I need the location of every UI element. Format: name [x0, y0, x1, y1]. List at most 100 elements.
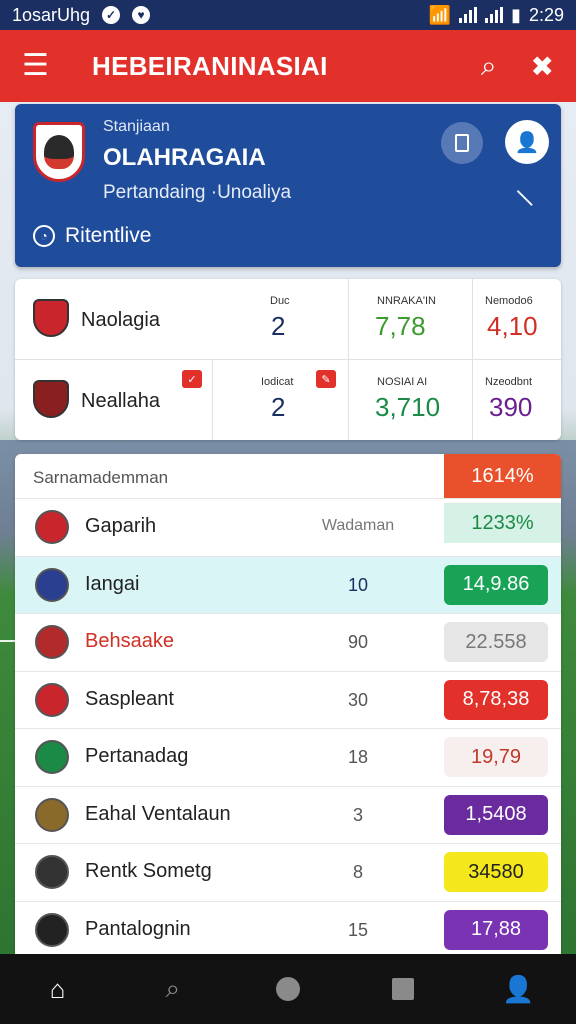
- row-value: 8: [352, 862, 363, 882]
- divider: [472, 360, 473, 440]
- notification-icon: ✓: [102, 6, 121, 24]
- odd1-value[interactable]: 3,710: [375, 392, 440, 423]
- clock: 2:29: [528, 4, 564, 25]
- search-nav-icon[interactable]: ⌕: [143, 973, 203, 1005]
- standings-table: Sarnamademman 1614% Gaparih Wadaman 1233% I…: [15, 454, 561, 960]
- odd1-value[interactable]: 7,78: [375, 311, 426, 342]
- match-row[interactable]: Naolagia Duc 2 NNRAKA'IN 7,78 Nemodo6 4,…: [15, 279, 561, 359]
- divider: [348, 360, 349, 440]
- score-label: Duc: [270, 295, 290, 307]
- user-icon: 👤: [514, 131, 540, 154]
- search-icon[interactable]: ⌕: [481, 50, 497, 83]
- divider: [348, 279, 349, 359]
- odd2-label: Nemodo6: [485, 295, 533, 307]
- score-pill[interactable]: 1233%: [444, 503, 561, 543]
- divider: [472, 279, 473, 359]
- signal-icon: [459, 7, 478, 23]
- score-pill[interactable]: 17,88: [444, 909, 548, 950]
- odd2-value[interactable]: 4,10: [487, 311, 538, 342]
- team-name: Gaparih: [85, 515, 157, 537]
- club-crest-icon: [33, 122, 85, 182]
- team-name: Pertanadag: [85, 745, 189, 767]
- row-value: 15: [347, 919, 369, 940]
- row-value: 10: [347, 574, 369, 595]
- odd2-label: Nzeodbnt: [485, 376, 533, 388]
- flag-icon: ✎: [316, 370, 336, 388]
- team-name: Neallaha: [81, 390, 160, 412]
- score-value: 2: [271, 392, 286, 422]
- score-pill[interactable]: 14,9.86: [444, 564, 548, 605]
- team-name: Behsaake: [85, 630, 174, 652]
- shield-icon: ♥: [132, 6, 151, 24]
- table-row[interactable]: Pantalognin 15 17,88: [15, 900, 561, 958]
- table-row[interactable]: Behsaake 90 22.558: [15, 613, 561, 670]
- live-label: Ritentlive: [65, 224, 152, 247]
- flag-icon: ✓: [182, 370, 202, 388]
- row-value: 90: [347, 632, 369, 652]
- score-pill[interactable]: 34580: [444, 852, 548, 892]
- carrier-label: 1osarUhg: [12, 4, 91, 25]
- profile-name: OLAHRAGAIA: [103, 144, 266, 171]
- team-crest-icon: [35, 912, 69, 947]
- divider: [212, 360, 213, 440]
- close-icon[interactable]: ✖: [531, 50, 554, 83]
- table-row[interactable]: Iangai 10 14,9.86: [15, 555, 561, 613]
- score-label: Iodicat: [261, 376, 294, 388]
- row-value: 18: [347, 747, 369, 767]
- table-row[interactable]: Eahal Ventalaun 3 1,5408: [15, 785, 561, 843]
- menu-icon[interactable]: ☰: [22, 51, 52, 81]
- team-crest-icon: [33, 299, 69, 337]
- score-pill[interactable]: 1,5408: [444, 794, 548, 835]
- table-header: Sarnamademman: [33, 468, 169, 487]
- team-crest-icon: [35, 510, 69, 544]
- team-name: Iangai: [85, 572, 140, 595]
- matches-card: Naolagia Duc 2 NNRAKA'IN 7,78 Nemodo6 4,…: [15, 279, 561, 440]
- user-button[interactable]: 👤: [505, 120, 549, 164]
- team-crest-icon: [35, 567, 69, 602]
- score-value: 2: [271, 311, 286, 341]
- team-crest-icon: [35, 682, 69, 717]
- edit-icon[interactable]: |: [513, 186, 535, 208]
- row-value: 3: [352, 804, 363, 825]
- team-crest-icon: [35, 625, 69, 659]
- circle-nav-icon[interactable]: [258, 977, 318, 1001]
- header-badge: 1614%: [444, 454, 561, 498]
- row-value: 30: [347, 689, 369, 710]
- card-button[interactable]: [441, 122, 483, 164]
- live-icon: ◔: [33, 225, 55, 247]
- odd2-value[interactable]: 390: [489, 392, 532, 423]
- table-row[interactable]: Rentk Sometg 8 34580: [15, 843, 561, 900]
- bottom-nav: ⌂ ⌕ 👤: [0, 954, 576, 1024]
- battery-icon: ▮: [511, 4, 521, 25]
- team-name: Saspleant: [85, 687, 174, 710]
- table-row[interactable]: Gaparih Wadaman 1233%: [15, 498, 561, 555]
- card-icon: [455, 134, 469, 152]
- row-value: Wadaman: [321, 517, 395, 534]
- table-row[interactable]: Pertanadag 18 19,79: [15, 728, 561, 785]
- app-bar: ☰ HEBEIRANINASIAI ⌕ ✖: [0, 30, 576, 102]
- profile-nav-icon[interactable]: 👤: [488, 974, 548, 1005]
- home-icon[interactable]: ⌂: [28, 974, 88, 1005]
- match-row[interactable]: Neallaha ✓ Iodicat 2 ✎ NOSIAI AI 3,710 N…: [15, 359, 561, 440]
- square-nav-icon[interactable]: [373, 978, 433, 1000]
- team-name: Rentk Sometg: [85, 860, 212, 882]
- profile-subtitle: Stanjiaan: [103, 118, 170, 135]
- team-crest-icon: [35, 855, 69, 889]
- team-crest-icon: [35, 740, 69, 774]
- profile-card[interactable]: Stanjiaan OLAHRAGAIA Pertandaing ·Unoali…: [15, 104, 561, 267]
- odd1-label: NOSIAI AI: [377, 376, 428, 388]
- team-crest-icon: [33, 380, 69, 418]
- team-name: Naolagia: [81, 309, 160, 331]
- live-link[interactable]: ◔ Ritentlive: [33, 224, 151, 248]
- wifi-icon: 📶: [428, 4, 452, 25]
- score-pill[interactable]: 19,79: [444, 737, 548, 777]
- profile-description: Pertandaing ·Unoaliya: [103, 182, 292, 203]
- team-name: Pantalognin: [85, 917, 191, 940]
- score-pill[interactable]: 8,78,38: [444, 679, 548, 720]
- signal-icon-2: [485, 7, 504, 23]
- app-title: HEBEIRANINASIAI: [92, 50, 328, 81]
- table-row[interactable]: Saspleant 30 8,78,38: [15, 670, 561, 728]
- score-pill[interactable]: 22.558: [444, 622, 548, 662]
- status-bar: 1osarUhg ✓ ♥ 📶 ▮ 2:29: [0, 0, 576, 30]
- team-name: Eahal Ventalaun: [85, 802, 231, 825]
